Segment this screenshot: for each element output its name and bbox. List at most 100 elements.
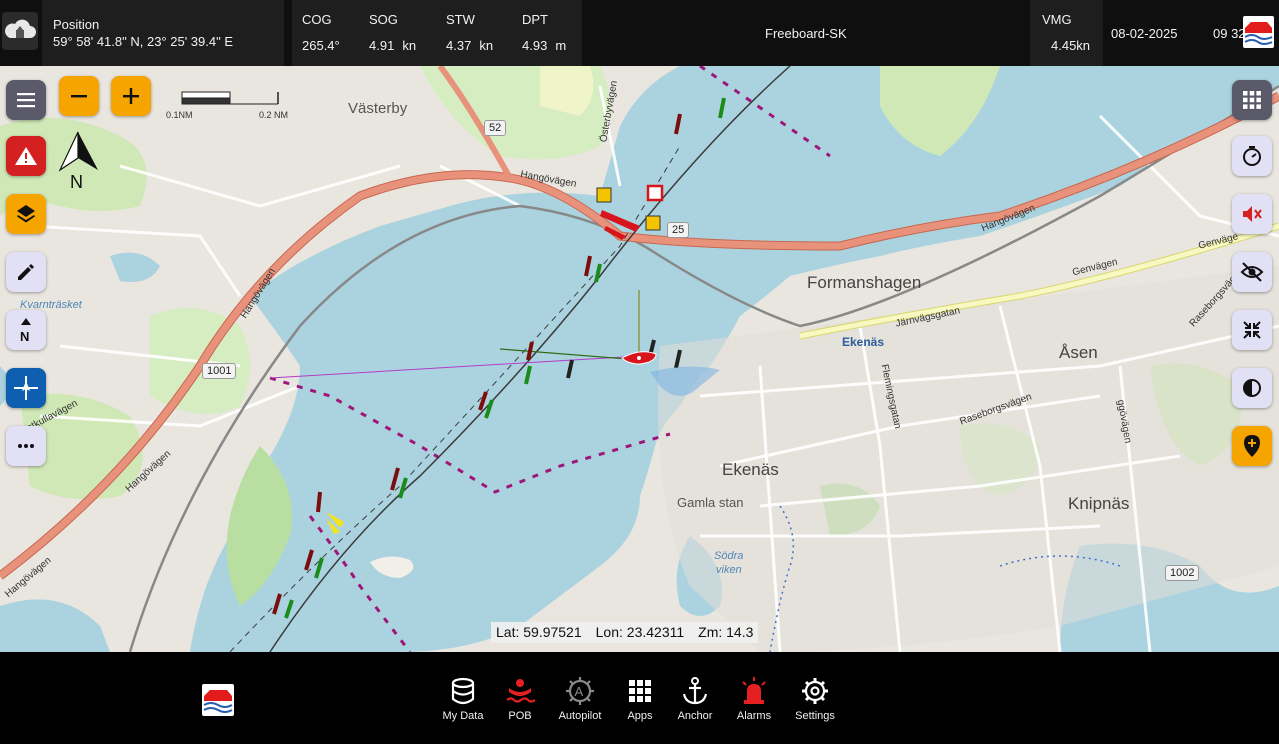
north-arrow-icon [58, 131, 98, 172]
server-name: Freeboard-SK [765, 26, 847, 41]
freeboard-logo-icon[interactable] [202, 684, 234, 716]
chart-map[interactable]: Västerby Formanshagen Åsen Ekenäs Ekenäs… [0, 66, 1279, 652]
nav-my-data-label: My Data [442, 710, 484, 722]
hamburger-menu-icon [17, 93, 35, 108]
latitude-readout: Lat: 59.97521 [496, 624, 582, 640]
scale-label-right: 0.2 NM [259, 110, 289, 120]
minus-icon [71, 95, 87, 98]
gear-icon [802, 678, 828, 704]
place-label-viken: viken [716, 564, 742, 576]
plus-icon [123, 88, 139, 104]
nav-pob-label: POB [508, 710, 532, 722]
place-label-gamla-stan: Gamla stan [677, 495, 744, 510]
vmg-panel: VMG 4.45kn [1030, 0, 1103, 66]
place-label-vasterby: Västerby [348, 100, 408, 117]
place-label-sodra: Södra [714, 550, 744, 562]
road-shield-1001: 1001 [202, 363, 237, 379]
scale-bar: 0.1NM 0.2 NM [166, 78, 296, 124]
edit-button[interactable] [6, 252, 46, 292]
alarm-beacon-icon [742, 677, 766, 704]
autopilot-icon: A [566, 677, 594, 705]
person-overboard-icon [506, 679, 535, 703]
nav-autopilot[interactable]: A Autopilot [550, 676, 610, 726]
grid-icon [1243, 91, 1261, 109]
layers-icon [17, 205, 35, 223]
sog-value: 4.91 kn [369, 38, 417, 53]
cursor-coordinate-readout: Lat: 59.97521 Lon: 23.42311 Zm: 14.3 [491, 622, 759, 643]
dpt-label: DPT [522, 12, 548, 27]
time-value: 09 32 [1213, 26, 1246, 41]
cog-value: 265.4° [302, 38, 340, 53]
server-name-panel: Freeboard-SK [584, 0, 1028, 66]
menu-button[interactable] [6, 80, 46, 120]
add-waypoint-button[interactable] [1232, 426, 1272, 466]
contrast-button[interactable] [1232, 368, 1272, 408]
more-dots-icon [18, 444, 34, 448]
contrast-icon [1243, 379, 1261, 397]
collapse-arrows-icon [1243, 321, 1261, 339]
alarm-warning-button[interactable] [6, 136, 46, 176]
north-letter: N [70, 172, 83, 192]
warning-triangle-icon [15, 147, 37, 165]
road-shield-1002: 1002 [1165, 565, 1200, 581]
dpt-value: 4.93 m [522, 38, 567, 53]
timer-button[interactable] [1232, 136, 1272, 176]
scale-label-left: 0.1NM [166, 110, 193, 120]
place-label-knipnas: Knipnäs [1068, 494, 1130, 513]
north-arrow: N [56, 130, 102, 192]
north-up-button[interactable]: N [6, 310, 46, 350]
nav-alarms-label: Alarms [736, 710, 772, 722]
timer-icon [1243, 146, 1261, 166]
road-shield-25: 25 [667, 222, 690, 238]
sog-label: SOG [369, 12, 398, 27]
north-up-icon: N [20, 318, 31, 343]
add-location-icon [1244, 435, 1260, 457]
nav-apps-label: Apps [627, 710, 653, 722]
nav-autopilot-label: Autopilot [558, 710, 602, 722]
database-icon [451, 677, 475, 705]
eye-off-icon [1240, 262, 1264, 282]
nav-settings[interactable]: Settings [785, 676, 845, 726]
nav-pob[interactable]: POB [490, 676, 550, 726]
freeboard-logo-icon[interactable] [1243, 16, 1274, 48]
zoom-out-button[interactable] [59, 76, 99, 116]
zoom-in-button[interactable] [111, 76, 151, 116]
vmg-label: VMG [1042, 12, 1072, 27]
scale-bar-graphic [181, 91, 279, 105]
svg-text:A: A [575, 684, 584, 699]
bottom-nav-bar: My Data POB A Autopilot Apps Anchor Alar… [0, 652, 1279, 744]
stw-label: STW [446, 12, 475, 27]
place-label-ekenas: Ekenäs [722, 460, 779, 479]
anchor-icon [682, 677, 708, 705]
place-label-asen: Åsen [1059, 343, 1098, 362]
pencil-icon [18, 264, 34, 280]
hide-button[interactable] [1232, 252, 1272, 292]
place-label-formanshagen: Formanshagen [807, 273, 922, 292]
collapse-button[interactable] [1232, 310, 1272, 350]
instrument-panel: COG 265.4° SOG 4.91 kn STW 4.37 kn DPT 4.9… [292, 0, 582, 66]
road-shield-52: 52 [484, 120, 507, 136]
nav-alarms[interactable]: Alarms [724, 676, 784, 726]
layers-button[interactable] [6, 194, 46, 234]
position-value: 59° 58' 41.8" N, 23° 25' 39.4" E [53, 34, 233, 49]
more-button[interactable] [6, 426, 46, 466]
center-vessel-button[interactable] [6, 368, 46, 408]
apps-grid-button[interactable] [1232, 80, 1272, 120]
crosshair-vessel-icon [14, 376, 38, 400]
nav-my-data[interactable]: My Data [433, 676, 493, 726]
nav-anchor-label: Anchor [677, 710, 713, 722]
cloud-upload-icon[interactable] [2, 12, 38, 50]
mute-button[interactable] [1232, 194, 1272, 234]
nav-settings-label: Settings [795, 710, 835, 722]
position-label: Position [53, 17, 100, 32]
nav-apps[interactable]: Apps [610, 676, 670, 726]
longitude-readout: Lon: 23.42311 [595, 624, 685, 640]
stw-value: 4.37 kn [446, 38, 494, 53]
nav-anchor[interactable]: Anchor [665, 676, 725, 726]
top-status-bar: Position 59° 58' 41.8" N, 23° 25' 39.4" … [0, 0, 1279, 66]
vmg-value: 4.45kn [1051, 38, 1091, 53]
zoom-readout: Zm: 14.3 [698, 624, 754, 640]
volume-mute-icon [1243, 206, 1262, 222]
cog-label: COG [302, 12, 332, 27]
svg-text:N: N [20, 329, 29, 343]
